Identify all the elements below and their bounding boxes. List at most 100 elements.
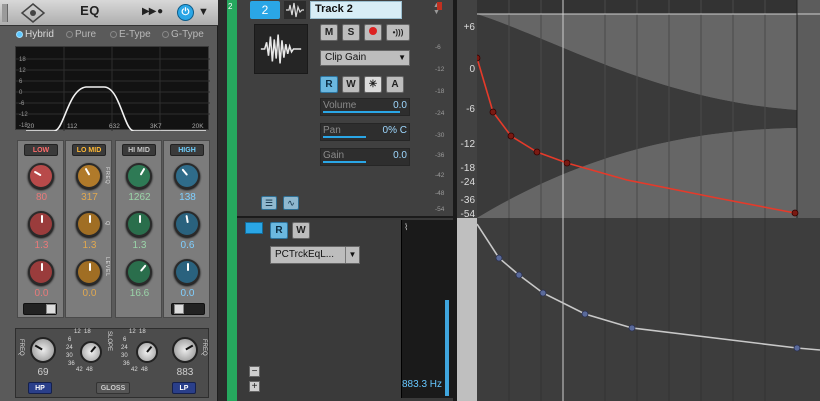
band-lo-mid: LO MID 317 1.3 0.0 FREQ Q LEVEL (65, 140, 112, 318)
low-level-knob[interactable] (28, 259, 54, 285)
hp-slope-scale: 18 (84, 329, 91, 335)
track-name-field[interactable]: Track 2 (310, 1, 402, 19)
lo-mid-freq-knob[interactable] (76, 163, 102, 189)
record-arm-button[interactable] (364, 24, 382, 41)
envelope-selector-dropdown[interactable]: PCTrckEqL... ▼ (270, 246, 360, 264)
envelope-shape-icon: ⌇ (404, 222, 409, 232)
lp-button[interactable]: LP (172, 382, 196, 394)
high-q-knob[interactable] (174, 211, 200, 237)
archive-button[interactable]: A (386, 76, 404, 93)
volume-slider[interactable]: Volume 0.0 (320, 98, 410, 116)
input-echo-button[interactable]: •))) (386, 24, 410, 41)
clip-waveform (477, 0, 820, 218)
low-shelf-switch[interactable] (23, 303, 57, 315)
mode-g-type[interactable]: G-Type (162, 29, 204, 40)
hi-mid-freq-knob[interactable] (126, 163, 152, 189)
lane-zoom-in-button[interactable]: + (249, 381, 260, 392)
db-label: -24 (460, 177, 475, 188)
high-freq-knob[interactable] (174, 163, 200, 189)
band-high-label[interactable]: HIGH (170, 144, 204, 156)
low-gain-value: 1.3 (34, 240, 49, 251)
radio-icon (16, 31, 23, 38)
automation-lane-color[interactable] (245, 222, 263, 234)
hp-slope-scale: 36 (68, 361, 75, 367)
lo-mid-gain-value: 1.3 (82, 240, 97, 251)
solo-button[interactable]: S (342, 24, 360, 41)
eq-frequency-graph[interactable]: 18 12 6 0 -6 -12 -18 (15, 46, 210, 131)
switch-thumb[interactable] (174, 304, 184, 314)
eq-x-label: 632 (109, 123, 120, 130)
lo-mid-level-value: 0.0 (82, 288, 97, 299)
low-freq-knob[interactable] (28, 163, 54, 189)
mode-hybrid[interactable]: Hybrid (16, 29, 54, 40)
track-number-badge[interactable]: 2 (250, 1, 280, 19)
high-freq-value: 138 (179, 192, 196, 203)
hi-mid-level-knob[interactable] (126, 259, 152, 285)
hp-button[interactable]: HP (28, 382, 52, 394)
pan-slider[interactable]: Pan 0% C (320, 123, 410, 141)
clip-gain-label: Clip Gain (325, 52, 367, 63)
track-icon-waveform[interactable] (254, 24, 308, 74)
automation-value-meter: ⌇ (401, 220, 453, 398)
lp-freq-knob[interactable] (172, 337, 198, 363)
switch-thumb[interactable] (46, 304, 56, 314)
track-color-strip[interactable]: 2 (227, 0, 237, 401)
audio-clip[interactable] (477, 0, 820, 218)
mode-pure[interactable]: Pure (66, 29, 96, 40)
meter-label: -24 (435, 110, 445, 117)
hp-slope-scale: 24 (66, 345, 73, 351)
freq-side-label: FREQ (104, 167, 110, 185)
low-q-knob[interactable] (28, 211, 54, 237)
lp-slope-knob[interactable] (136, 341, 158, 363)
track-header-panel: 2 2 Track 2 ▲▼ M S •))) Clip Gain ▼ R W … (227, 0, 453, 401)
lo-mid-level-knob[interactable] (76, 259, 102, 285)
high-shelf-switch[interactable] (171, 303, 205, 315)
level-side-label: LEVEL (104, 257, 110, 277)
q-side-label: Q (104, 221, 110, 226)
lo-mid-q-knob[interactable] (76, 211, 102, 237)
meter-label: -30 (435, 132, 445, 139)
track-view-toggle-icon[interactable]: ☰ (261, 196, 277, 210)
gain-bar (323, 161, 366, 163)
lo-mid-freq-value: 317 (81, 192, 98, 203)
band-lo-mid-label[interactable]: LO MID (72, 144, 106, 156)
lp-slope-scale: 48 (141, 367, 148, 373)
db-label: -6 (466, 104, 475, 115)
low-level-value: 0.0 (34, 288, 49, 299)
automation-write-button[interactable]: W (342, 76, 360, 93)
eq-transport-icons[interactable]: ▶▶ ● (142, 6, 163, 17)
chevron-down-icon: ▼ (398, 53, 406, 62)
high-level-knob[interactable] (174, 259, 200, 285)
lane-zoom-out-button[interactable]: − (249, 366, 260, 377)
meter-label: -54 (435, 206, 445, 213)
lp-slope-scale: 36 (123, 361, 130, 367)
gloss-button[interactable]: GLOSS (96, 382, 130, 394)
eq-power-button[interactable]: ⏻ (177, 4, 194, 21)
automation-lane-toggle-icon[interactable]: ∿ (283, 196, 299, 210)
shelf-switch-row (17, 300, 207, 324)
envelope-name: PCTrckEqL... (275, 249, 335, 260)
eq-header-grip[interactable] (2, 4, 8, 22)
band-hi-mid-label[interactable]: HI MID (122, 144, 156, 156)
lp-value: 883 (176, 367, 194, 378)
mute-button[interactable]: M (320, 24, 338, 41)
clip-gain-dropdown[interactable]: Clip Gain ▼ (320, 50, 410, 66)
lane-read-button[interactable]: R (270, 222, 288, 239)
hp-slope-knob[interactable] (80, 341, 102, 363)
mode-e-type[interactable]: E-Type (110, 29, 151, 40)
hi-mid-q-knob[interactable] (126, 211, 152, 237)
automation-lane[interactable] (477, 218, 820, 401)
fx-bypass-button[interactable]: ✳ (364, 76, 382, 93)
band-low-label[interactable]: LOW (24, 144, 58, 156)
gain-slider[interactable]: Gain 0.0 (320, 148, 410, 166)
record-icon (369, 27, 377, 35)
band-hi-mid: HI MID 1262 1.3 16.6 (115, 140, 162, 318)
pan-label: Pan (323, 125, 341, 136)
lane-write-button[interactable]: W (292, 222, 310, 239)
low-freq-value: 80 (35, 192, 48, 203)
radio-icon (66, 31, 73, 38)
automation-read-button[interactable]: R (320, 76, 338, 93)
meter-label: -6 (435, 44, 441, 51)
eq-menu-chevron-icon[interactable]: ▼ (198, 6, 209, 18)
hp-freq-knob[interactable] (30, 337, 56, 363)
